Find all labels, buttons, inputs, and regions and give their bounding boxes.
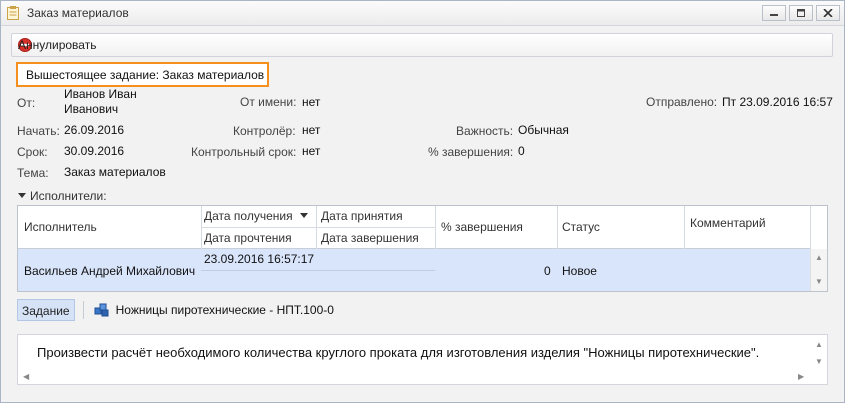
parent-task-link[interactable]: Вышестоящее задание: Заказ материалов <box>16 62 269 87</box>
cancel-task-button[interactable]: Аннулировать <box>18 37 96 53</box>
cell-executor: Васильев Андрей Михайлович <box>24 264 196 278</box>
cancel-task-label: Аннулировать <box>18 38 97 52</box>
importance-value: Обычная <box>518 123 569 137</box>
from-label: От: <box>17 96 36 110</box>
start-value: 26.09.2016 <box>64 123 125 137</box>
col-received-header[interactable]: Дата получения <box>204 209 293 223</box>
maximize-icon <box>797 9 805 17</box>
task-window: Заказ материалов Аннулировать Вышестояще… <box>0 0 845 403</box>
subject-label: Тема: <box>17 166 49 180</box>
window-title: Заказ материалов <box>27 6 129 20</box>
due-value: 30.09.2016 <box>64 144 125 158</box>
col-finished-header[interactable]: Дата завершения <box>321 231 419 245</box>
controller-value: нет <box>302 123 321 137</box>
sort-desc-icon <box>300 213 308 218</box>
sent-label: Отправлено: <box>646 95 718 109</box>
importance-label: Важность: <box>456 124 514 138</box>
tab-task[interactable]: Задание <box>17 299 75 321</box>
description-vertical-scrollbar[interactable]: ▲ ▼ <box>811 335 827 384</box>
description-horizontal-scrollbar[interactable]: ◀ ▶ <box>18 370 811 384</box>
scroll-down-icon[interactable]: ▼ <box>815 357 823 366</box>
col-accepted-header[interactable]: Дата принятия <box>321 209 403 223</box>
minimize-button[interactable] <box>762 5 786 21</box>
on-behalf-label: От имени: <box>240 95 297 109</box>
task-document-icon <box>7 6 19 20</box>
cell-status: Новое <box>562 264 597 278</box>
bottom-tabs: Задание Ножницы пиротехнические - НПТ.10… <box>17 298 334 322</box>
object-link-label: Ножницы пиротехнические - НПТ.100-0 <box>115 303 334 317</box>
start-label: Начать: <box>17 124 60 138</box>
scroll-right-icon[interactable]: ▶ <box>798 372 804 381</box>
executors-section-label: Исполнители: <box>30 189 107 203</box>
close-icon <box>823 9 833 17</box>
on-behalf-value: нет <box>302 95 321 109</box>
control-due-label: Контрольный срок: <box>191 145 297 159</box>
task-description-text: Произвести расчёт необходимого количеств… <box>37 345 760 360</box>
scroll-up-icon[interactable]: ▲ <box>815 253 823 262</box>
object-link[interactable]: Ножницы пиротехнические - НПТ.100-0 <box>94 302 334 318</box>
sent-value: Пт 23.09.2016 16:57 <box>722 95 833 109</box>
maximize-button[interactable] <box>789 5 813 21</box>
completion-value: 0 <box>518 144 525 158</box>
control-due-value: нет <box>302 144 321 158</box>
minimize-icon <box>770 14 778 16</box>
due-label: Срок: <box>17 145 48 159</box>
title-bar[interactable]: Заказ материалов <box>1 1 844 26</box>
toolbar: Аннулировать <box>11 33 833 57</box>
from-value-line2: Иванович <box>64 102 119 116</box>
tab-divider <box>82 301 84 319</box>
col-comment-header[interactable]: Комментарий <box>690 216 766 230</box>
parent-task-label: Вышестоящее задание: Заказ материалов <box>26 68 265 82</box>
task-description[interactable]: Произвести расчёт необходимого количеств… <box>17 334 828 385</box>
col-completion-header[interactable]: % завершения <box>441 220 523 234</box>
cell-completion: 0 <box>544 264 551 278</box>
scroll-left-icon[interactable]: ◀ <box>23 372 29 381</box>
completion-label: % завершения: <box>428 145 514 159</box>
col-status-header[interactable]: Статус <box>562 220 600 234</box>
subject-value: Заказ материалов <box>64 165 166 179</box>
scroll-down-icon[interactable]: ▼ <box>815 277 823 286</box>
from-value-line1: Иванов Иван <box>64 87 137 101</box>
col-executor-header[interactable]: Исполнитель <box>24 220 97 234</box>
controller-label: Контролёр: <box>233 124 296 138</box>
cell-received: 23.09.2016 16:57:17 <box>204 252 315 266</box>
executors-grid: Исполнитель Дата получения Дата принятия… <box>17 205 828 292</box>
col-read-header[interactable]: Дата прочтения <box>204 231 292 245</box>
close-button[interactable] <box>816 5 840 21</box>
assembly-object-icon <box>94 303 109 317</box>
scroll-up-icon[interactable]: ▲ <box>815 340 823 349</box>
table-row[interactable]: Васильев Андрей Михайлович 23.09.2016 16… <box>18 249 811 291</box>
expand-triangle-icon <box>18 193 26 198</box>
executors-section-toggle[interactable]: Исполнители: <box>18 189 107 203</box>
grid-vertical-scrollbar[interactable]: ▲ ▼ <box>810 249 827 291</box>
